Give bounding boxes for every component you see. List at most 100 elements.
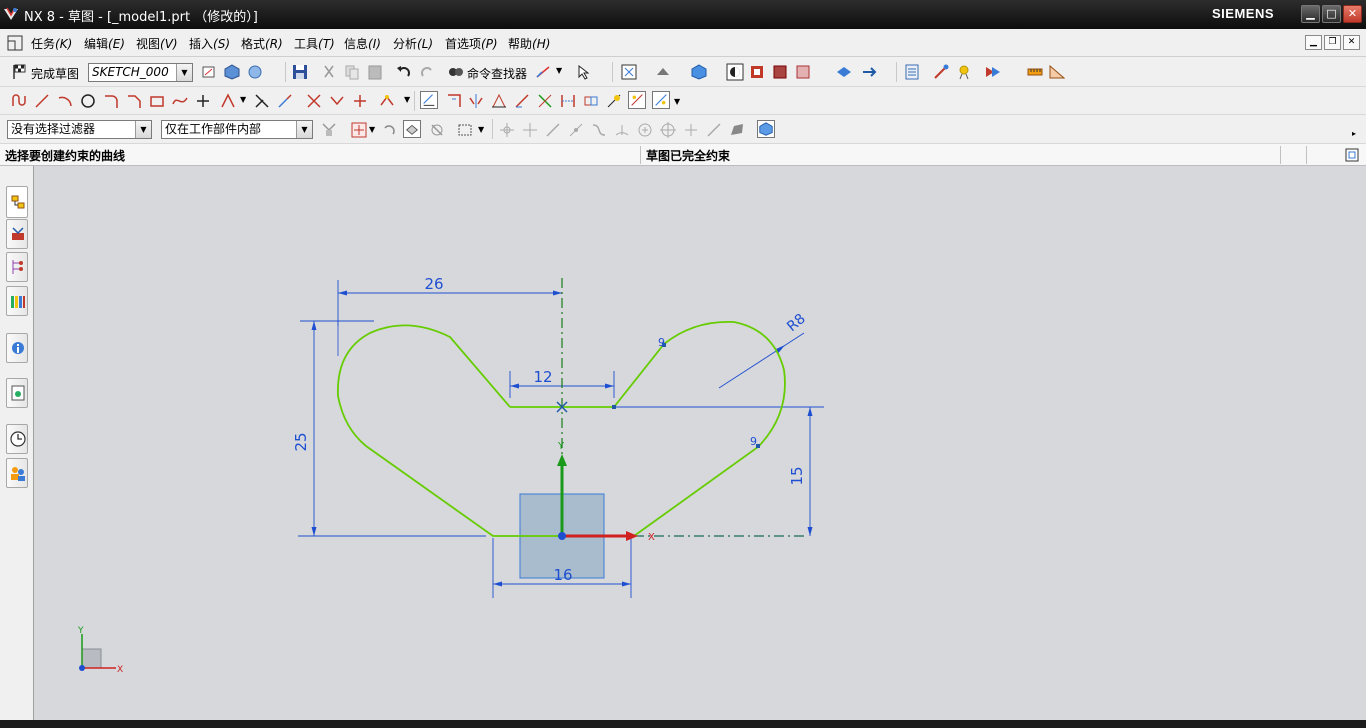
roles-tab[interactable]	[6, 458, 28, 488]
rectangle-select-icon[interactable]	[456, 121, 474, 139]
snap-circle-center-icon[interactable]	[636, 121, 654, 139]
doc-minimize-button[interactable]: ▁	[1305, 35, 1322, 50]
snap-point-on-surface-icon[interactable]	[728, 121, 746, 139]
menu-format[interactable]: 格式(R)	[241, 35, 283, 52]
menu-view[interactable]: 视图(V)	[136, 35, 178, 52]
full-screen-icon[interactable]	[1343, 146, 1361, 164]
measure-angle-icon[interactable]	[1048, 63, 1066, 81]
maximize-button[interactable]: □	[1322, 5, 1341, 23]
undo-selection-icon[interactable]	[380, 121, 398, 139]
finish-sketch-button[interactable]: 完成草图	[31, 65, 79, 82]
view-sketch-icon[interactable]	[223, 63, 241, 81]
arc-icon[interactable]	[56, 92, 74, 110]
fit-view-icon[interactable]	[620, 63, 638, 81]
profile-icon[interactable]	[10, 92, 28, 110]
update-model-icon[interactable]	[246, 63, 264, 81]
minimize-button[interactable]: ▁	[1301, 5, 1320, 23]
auto-dimension-icon[interactable]	[536, 92, 554, 110]
sketch-orient-icon[interactable]	[200, 63, 218, 81]
chevron-down-icon[interactable]: ▼	[369, 125, 375, 134]
measure-distance-icon[interactable]	[1026, 63, 1044, 81]
deselect-icon[interactable]	[428, 121, 446, 139]
chevron-down-icon[interactable]: ▼	[240, 95, 246, 104]
dim-25-label[interactable]: 25	[292, 432, 310, 451]
inferred-dimension-icon[interactable]	[420, 91, 438, 109]
continuous-auto-dimension-icon[interactable]	[628, 91, 646, 109]
make-corner-icon[interactable]	[305, 92, 323, 110]
quick-trim-icon[interactable]	[253, 92, 271, 110]
geometric-constraints-icon[interactable]	[445, 92, 463, 110]
snap-arc-center-icon[interactable]	[590, 121, 608, 139]
zoom-icon[interactable]	[654, 63, 672, 81]
sketch-name-combo[interactable]: SKETCH_000 ▼	[88, 63, 193, 82]
show-all-constraints-icon[interactable]	[490, 92, 508, 110]
shaded-view-icon[interactable]	[690, 63, 708, 81]
doc-restore-button[interactable]: ❐	[1324, 35, 1341, 50]
point-icon[interactable]	[194, 92, 212, 110]
offset-curve-icon[interactable]	[219, 92, 237, 110]
menu-edit[interactable]: 编辑(E)	[84, 35, 125, 52]
sketch-canvas[interactable]: 26 12 25 15 16 R8 9 9 X Y Y X	[34, 166, 1366, 720]
paste-icon[interactable]	[366, 63, 384, 81]
sketch-tools-icon[interactable]	[534, 63, 552, 81]
create-inferred-constraints-icon[interactable]	[652, 91, 670, 109]
dim-16-label[interactable]: 16	[553, 566, 572, 584]
chevron-down-icon[interactable]: ▼	[296, 121, 312, 138]
part-navigator-icon[interactable]	[903, 63, 921, 81]
make-symmetric-icon[interactable]	[467, 92, 485, 110]
snap-quadrant-icon[interactable]	[613, 121, 631, 139]
snap-point-on-curve-icon[interactable]	[705, 121, 723, 139]
mirror-curve-icon[interactable]	[328, 92, 346, 110]
chevron-down-icon[interactable]: ▼	[478, 125, 484, 134]
constraint-navigator-tab[interactable]	[6, 219, 28, 249]
rectangle-icon[interactable]	[148, 92, 166, 110]
history-tab[interactable]	[6, 424, 28, 454]
chevron-down-icon[interactable]: ▼	[176, 64, 192, 81]
snap-bounded-grid-icon[interactable]	[757, 120, 775, 138]
chamfer-icon[interactable]	[125, 92, 143, 110]
toolbar-overflow-icon[interactable]: ▸	[1352, 129, 1356, 138]
menu-insert[interactable]: 插入(S)	[189, 35, 230, 52]
animate-dimension-icon[interactable]	[605, 92, 623, 110]
convert-reference-icon[interactable]	[559, 92, 577, 110]
snap-mid-point-icon[interactable]	[521, 121, 539, 139]
auto-constrain-icon[interactable]	[513, 92, 531, 110]
type-filter-combo[interactable]: 没有选择过滤器 ▼	[7, 120, 152, 139]
studio-spline-icon[interactable]	[171, 92, 189, 110]
show-hide-icon[interactable]	[955, 63, 973, 81]
chevron-down-icon[interactable]: ▼	[556, 66, 562, 75]
select-face-icon[interactable]	[403, 120, 421, 138]
chevron-down-icon[interactable]: ▼	[674, 97, 680, 106]
part-navigator-tab[interactable]	[6, 252, 28, 282]
general-selection-filter-icon[interactable]	[320, 121, 338, 139]
intersection-point-icon[interactable]	[351, 92, 369, 110]
app-menu-icon[interactable]	[6, 34, 24, 52]
command-finder-icon[interactable]	[447, 63, 465, 81]
layer-settings-icon[interactable]	[835, 63, 853, 81]
dim-15-label[interactable]: 15	[788, 466, 806, 485]
dim-r8-label[interactable]: R8	[784, 311, 809, 335]
circle-icon[interactable]	[79, 92, 97, 110]
finish-sketch-flag-icon[interactable]	[11, 63, 29, 81]
constraints-icon[interactable]	[378, 92, 396, 110]
block-icon[interactable]	[771, 63, 789, 81]
doc-close-button[interactable]: ✕	[1343, 35, 1360, 50]
wcs-icon[interactable]	[794, 63, 812, 81]
cut-icon[interactable]	[320, 63, 338, 81]
menu-help[interactable]: 帮助(H)	[508, 35, 550, 52]
snap-end-point-icon[interactable]	[498, 121, 516, 139]
alternate-solution-icon[interactable]	[582, 92, 600, 110]
edit-object-display-icon[interactable]	[932, 63, 950, 81]
render-style-icon[interactable]	[726, 63, 744, 81]
move-object-icon[interactable]	[860, 63, 878, 81]
chevron-down-icon[interactable]: ▼	[135, 121, 151, 138]
snap-intersection-icon[interactable]	[567, 121, 585, 139]
save-icon[interactable]	[291, 63, 309, 81]
analysis-icon[interactable]	[984, 63, 1002, 81]
reuse-library-tab[interactable]	[6, 286, 28, 316]
graphics-window[interactable]: 26 12 25 15 16 R8 9 9 X Y Y X	[34, 166, 1366, 720]
snap-point-icon[interactable]	[350, 121, 368, 139]
chevron-down-icon[interactable]: ▼	[404, 95, 410, 104]
selection-options-icon[interactable]	[575, 63, 593, 81]
undo-icon[interactable]	[395, 63, 413, 81]
